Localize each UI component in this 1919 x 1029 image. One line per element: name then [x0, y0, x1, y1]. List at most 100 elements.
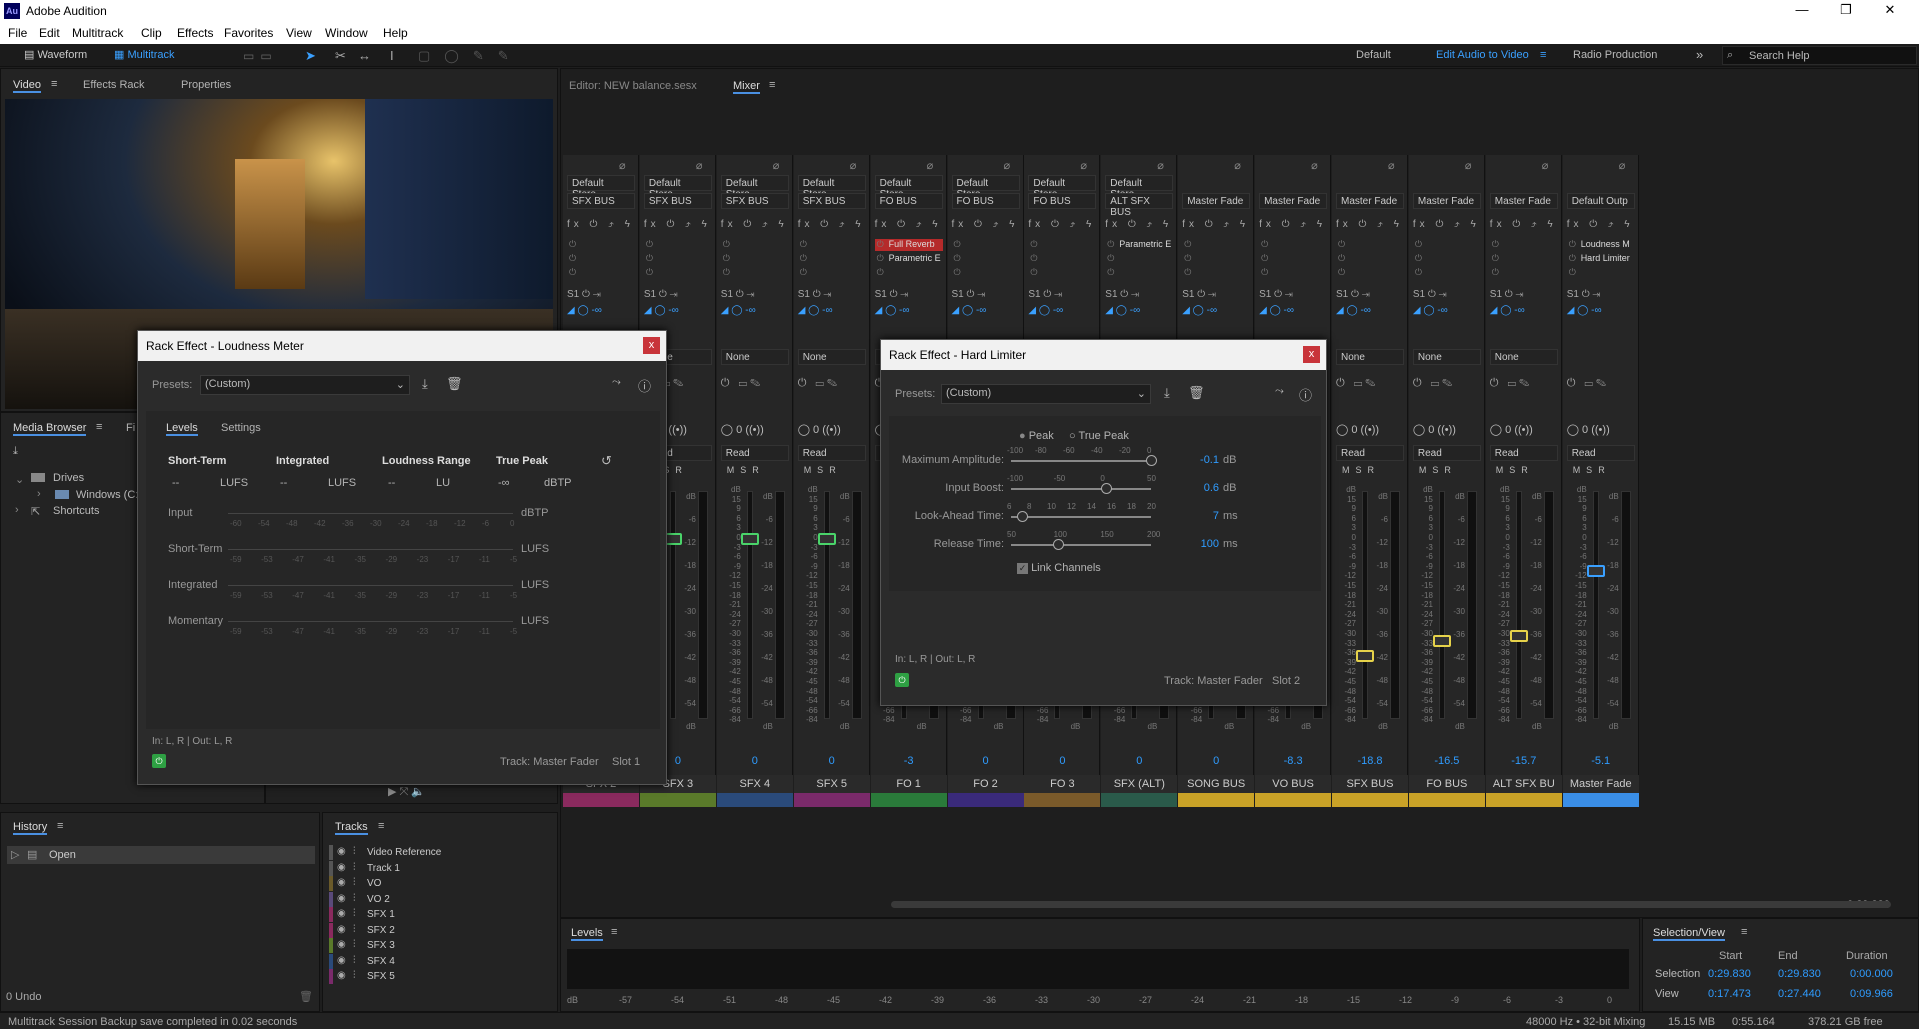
send-pan-icon[interactable]: ◢ ◯ -∞ — [1182, 305, 1217, 316]
fx-power-icon[interactable]: ⏻ — [569, 239, 576, 250]
fx-slot[interactable]: ⏻ — [798, 239, 866, 251]
fx-slot[interactable]: ⏻ — [798, 267, 866, 279]
pan-knob-icon[interactable]: ◯ 0 ((•)) — [721, 423, 764, 436]
phase-invert-icon[interactable]: ⌀ — [1234, 159, 1241, 172]
fx-power-icon[interactable]: ⏻ — [800, 267, 807, 278]
transport-icons[interactable]: ▶ ⤧ 🔈 — [388, 785, 425, 799]
automation-mode-select[interactable]: Read — [1489, 445, 1558, 461]
fx-power-icon[interactable]: ⏻ — [1492, 239, 1499, 250]
fx-power-icon[interactable]: ⏻ — [954, 267, 961, 278]
fx-slot[interactable]: ⏻ — [1028, 253, 1096, 265]
fx-power-icon[interactable]: ⏻ — [877, 253, 884, 264]
power-button[interactable]: ⏻ — [895, 673, 909, 687]
phase-invert-icon[interactable]: ⌀ — [1388, 159, 1395, 172]
pan-knob-icon[interactable]: ◯ 0 ((•)) — [1490, 423, 1533, 436]
fx-slot[interactable]: ⏻ — [721, 253, 789, 265]
send-row[interactable]: S1 ⏻ ⇥ — [567, 289, 601, 300]
panel-menu-icon[interactable]: ≡ — [611, 926, 617, 938]
mute-solo-buttons[interactable]: MSR — [804, 465, 842, 475]
history-title[interactable]: History — [13, 821, 48, 835]
workspace-edit-audio-to-video[interactable]: Edit Audio to Video — [1436, 49, 1529, 61]
send-pan-icon[interactable]: ◢ ◯ -∞ — [1413, 305, 1448, 316]
output-select[interactable]: Master Fade — [1336, 193, 1404, 209]
volume-value[interactable]: -18.8 — [1332, 755, 1408, 767]
input-select[interactable]: Default Stere — [643, 175, 712, 200]
fx-slot[interactable]: ⏻ — [1105, 267, 1173, 279]
tree-expand-icon[interactable]: › — [37, 488, 41, 500]
fx-slot[interactable]: ⏻ — [952, 267, 1020, 279]
fx-power-icon[interactable]: ⏻ — [800, 239, 807, 250]
selection-start[interactable]: 0:29.830 — [1708, 968, 1751, 980]
send-row[interactable]: S1 ⏻ ⇥ — [1182, 289, 1216, 300]
fx-slot[interactable]: Parametric E ⏻ — [1105, 239, 1173, 251]
phase-invert-icon[interactable]: ⌀ — [1311, 159, 1318, 172]
param-value[interactable]: 7 — [1169, 510, 1219, 522]
fx-power-icon[interactable]: ⏻ — [1184, 253, 1191, 264]
send-row[interactable]: S1 ⏻ ⇥ — [952, 289, 986, 300]
workspace-default[interactable]: Default — [1356, 49, 1391, 61]
send-row[interactable]: S1 ⏻ ⇥ — [1490, 289, 1524, 300]
fx-power-icon[interactable]: ⏻ — [646, 267, 653, 278]
track-list-item[interactable]: ◉ ⫶ SFX 3 — [329, 938, 549, 954]
send-select[interactable]: None — [1489, 349, 1558, 365]
save-preset-icon[interactable]: ⤓ — [422, 376, 428, 392]
fx-power-icon[interactable]: ⏻ — [1184, 267, 1191, 278]
fx-row-icons[interactable]: fx ⏻ ⤴ ϟ — [1182, 219, 1249, 230]
fx-slot[interactable]: ⏻ — [1259, 239, 1327, 251]
fx-slot[interactable]: ⏻ — [798, 253, 866, 265]
mute-solo-buttons[interactable]: MSR — [1419, 465, 1457, 475]
delete-preset-icon[interactable]: 🗑 — [446, 376, 463, 392]
fx-power-icon[interactable]: ⏻ — [1492, 253, 1499, 264]
send-select[interactable]: None — [1336, 349, 1404, 365]
fx-slot[interactable]: ⏻ — [567, 239, 635, 251]
fx-row-icons[interactable]: fx ⏻ ⤴ ϟ — [798, 219, 865, 230]
fx-power-icon[interactable]: ⏻ — [954, 239, 961, 250]
workspace-menu-icon[interactable]: ≡ — [1540, 49, 1546, 61]
send-pan-icon[interactable]: ◢ ◯ -∞ — [1028, 305, 1063, 316]
search-help-field[interactable]: ⌕ Search Help — [1722, 46, 1917, 65]
fx-slot[interactable]: Loudness M ⏻ — [1567, 239, 1635, 251]
fx-slot[interactable]: ⏻ — [567, 253, 635, 265]
maximize-button[interactable]: ❐ — [1826, 2, 1866, 18]
menu-help[interactable]: Help — [383, 26, 408, 40]
send-pan-icon[interactable]: ◢ ◯ -∞ — [1567, 305, 1602, 316]
volume-value[interactable]: -5.1 — [1563, 755, 1639, 767]
send-pan-icon[interactable]: ◢ ◯ -∞ — [1490, 305, 1525, 316]
multitrack-mode-button[interactable]: ▦ Multitrack — [108, 47, 181, 64]
panel-menu-icon[interactable]: ≡ — [57, 820, 63, 832]
fx-slot[interactable]: ⏻ — [1490, 253, 1558, 265]
panel-menu-icon[interactable]: ≡ — [96, 421, 102, 433]
fx-power-icon[interactable]: ⏻ — [1030, 239, 1037, 250]
view-end[interactable]: 0:27.440 — [1778, 988, 1821, 1000]
fx-row-icons[interactable]: fx ⏻ ⤴ ϟ — [1567, 219, 1634, 230]
tab-video[interactable]: Video — [13, 79, 41, 93]
selection-view-title[interactable]: Selection/View — [1653, 927, 1725, 941]
fx-slot[interactable]: ⏻ — [1182, 253, 1250, 265]
param-slider-thumb[interactable] — [1016, 511, 1028, 522]
input-select[interactable]: Default Stere — [797, 175, 866, 200]
mute-solo-buttons[interactable]: MSR — [1573, 465, 1611, 475]
fx-slot[interactable]: ⏻ — [721, 267, 789, 279]
tree-item-drives[interactable]: Drives — [53, 472, 84, 484]
panel-menu-icon[interactable]: ≡ — [378, 820, 384, 832]
tracks-title[interactable]: Tracks — [335, 821, 368, 835]
automation-mode-select[interactable]: Read — [797, 445, 866, 461]
output-select[interactable]: FO BUS — [1028, 193, 1097, 209]
fx-slot[interactable]: ⏻ — [1413, 239, 1481, 251]
fx-slot[interactable]: Full Reverb ⏻ — [874, 239, 943, 251]
pan-knob-icon[interactable]: ◯ 0 ((•)) — [798, 423, 841, 436]
fx-slot[interactable]: ⏻ — [1413, 267, 1481, 279]
volume-value[interactable]: 0 — [1024, 755, 1100, 767]
fx-row-icons[interactable]: fx ⏻ ⤴ ϟ — [1490, 219, 1557, 230]
fx-power-icon[interactable]: ⏻ — [1569, 239, 1576, 250]
mute-solo-buttons[interactable]: MSR — [727, 465, 765, 475]
send-row[interactable]: S1 ⏻ ⇥ — [644, 289, 678, 300]
fx-power-icon[interactable]: ⏻ — [1338, 253, 1345, 264]
move-tool-icon[interactable]: ➤ — [305, 48, 316, 64]
fx-power-icon[interactable]: ⏻ — [800, 253, 807, 264]
view-toggle-icons[interactable]: ▭▭ — [243, 49, 278, 63]
fx-row-icons[interactable]: fx ⏻ ⤴ ϟ — [567, 219, 634, 230]
menu-file[interactable]: File — [8, 26, 27, 40]
fx-slot[interactable]: ⏻ — [644, 253, 712, 265]
volume-value[interactable]: -15.7 — [1486, 755, 1562, 767]
